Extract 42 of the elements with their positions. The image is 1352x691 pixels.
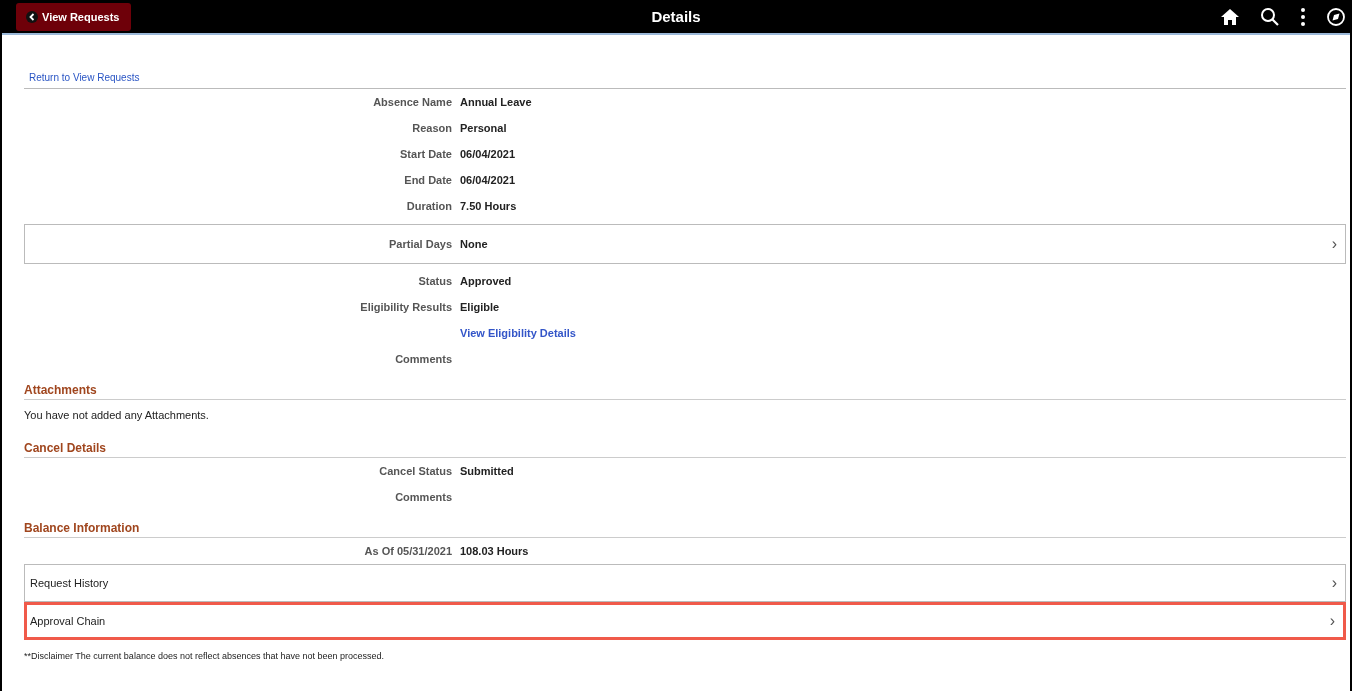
field-value: 7.50 Hours [460, 200, 517, 212]
field-label: As Of 05/31/2021 [363, 545, 453, 557]
nav-row[interactable]: Approval Chain › [24, 602, 1346, 640]
field-label: Comments [394, 491, 453, 503]
partial-days-row[interactable]: Partial Days None › [24, 224, 1346, 264]
page-title: Details [651, 8, 701, 25]
search-icon[interactable] [1260, 6, 1280, 27]
field-value: 06/04/2021 [460, 148, 516, 160]
field-label: Comments [394, 353, 453, 365]
field-value: Annual Leave [460, 96, 532, 108]
chevron-icon: › [1329, 612, 1335, 630]
field-label: End Date [403, 174, 453, 186]
nav-row[interactable]: Request History › [24, 564, 1346, 602]
empty-message: You have not added any Attachments. [24, 408, 210, 423]
field-value: None [460, 238, 488, 250]
menu-icon[interactable] [1300, 6, 1306, 27]
field-label: Status [417, 275, 453, 287]
field-label: Duration [405, 200, 453, 212]
section-heading: Cancel Details [24, 437, 1346, 458]
disclaimer-text: **Disclaimer The current balance does not reflect absences that have not been processed. [24, 650, 386, 661]
field-label: Eligibility Results [359, 301, 453, 313]
field-value: Personal [460, 122, 507, 134]
chevron-icon: › [1331, 574, 1337, 592]
field-value: 06/04/2021 [460, 174, 516, 186]
field-value: Submitted [460, 465, 514, 477]
compass-icon[interactable] [1326, 6, 1346, 27]
field-label: Absence Name [372, 96, 453, 108]
field-label: Partial Days [388, 238, 453, 250]
section-heading: Balance Information [24, 517, 1346, 538]
back-button[interactable]: View Requests [16, 2, 132, 31]
field-value: Eligible [460, 301, 500, 313]
eligibility-link[interactable]: View Eligibility Details [460, 327, 576, 339]
field-label: Reason [411, 122, 453, 134]
field-label: Cancel Status [378, 465, 453, 477]
chevron-icon: › [1331, 235, 1337, 253]
field-value: 108.03 Hours [460, 545, 529, 557]
return-link[interactable]: Return to View Requests [29, 72, 140, 83]
back-icon [26, 10, 38, 23]
field-label: Start Date [399, 148, 453, 160]
home-icon[interactable] [1220, 6, 1240, 27]
field-value: Approved [460, 275, 512, 287]
section-heading: Attachments [24, 379, 1346, 400]
